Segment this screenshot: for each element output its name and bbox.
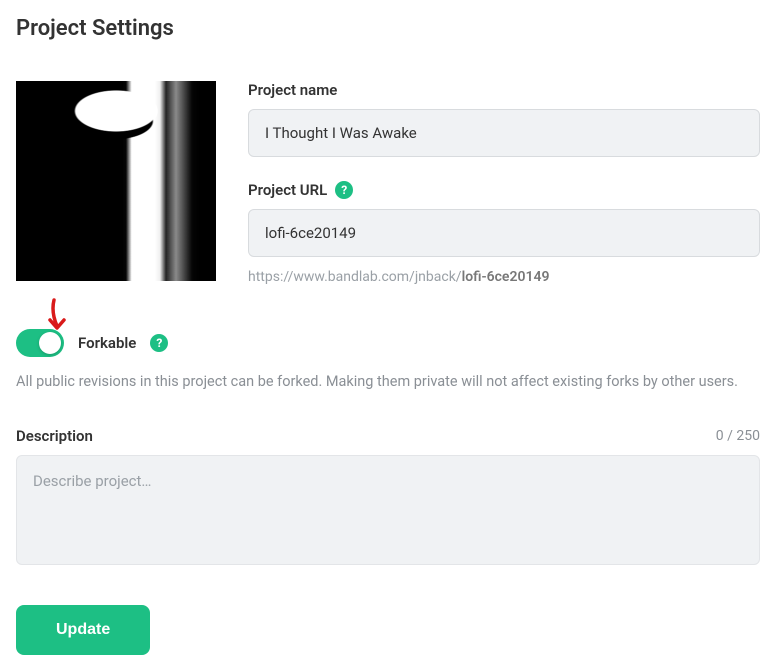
project-cover-art[interactable] <box>16 81 216 281</box>
update-button[interactable]: Update <box>16 605 150 655</box>
project-name-label: Project name <box>248 81 760 99</box>
project-url-input[interactable] <box>248 209 760 257</box>
page-title: Project Settings <box>16 16 760 41</box>
project-name-input[interactable] <box>248 109 760 157</box>
description-textarea[interactable] <box>16 455 760 565</box>
toggle-knob <box>39 332 61 354</box>
cover-image <box>16 81 216 281</box>
description-char-count: 0 / 250 <box>716 428 760 444</box>
project-url-preview: https://www.bandlab.com/jnback/lofi-6ce2… <box>248 269 760 285</box>
help-icon[interactable]: ? <box>150 334 168 352</box>
forkable-label: Forkable <box>78 334 136 352</box>
forkable-toggle[interactable] <box>16 329 64 357</box>
help-icon[interactable]: ? <box>335 181 353 199</box>
description-label: Description <box>16 427 93 445</box>
forkable-help-text: All public revisions in this project can… <box>16 371 760 393</box>
project-url-label: Project URL <box>248 181 327 199</box>
